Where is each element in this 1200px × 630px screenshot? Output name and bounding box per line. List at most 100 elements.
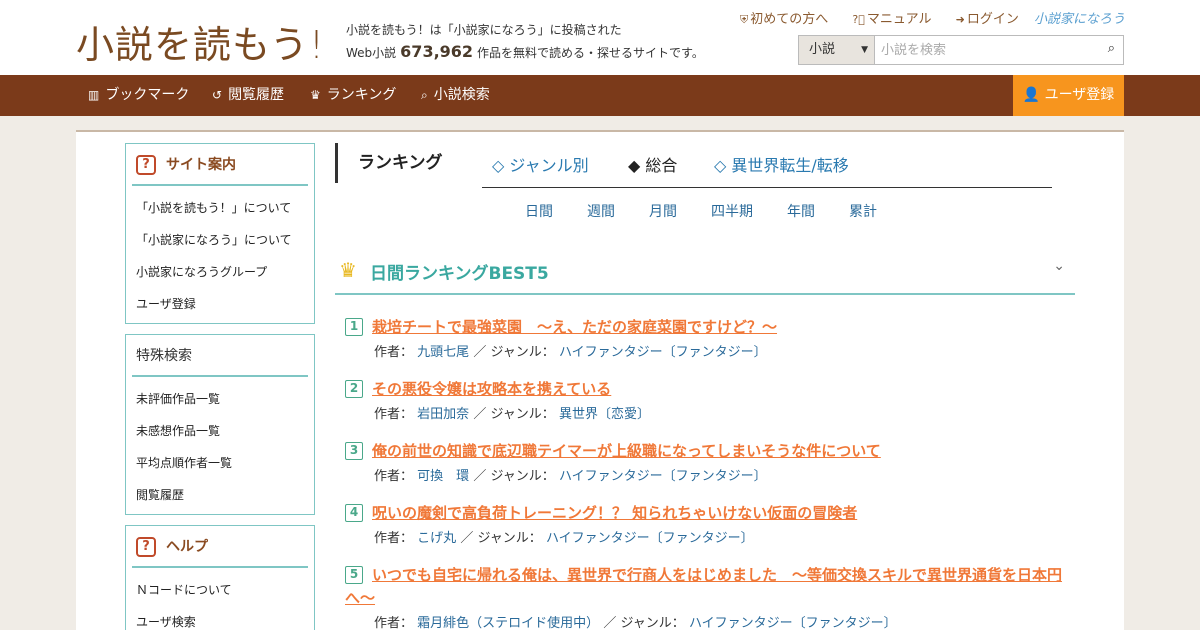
sidebar-item-avg-authors[interactable]: 平均点順作者一覧: [136, 447, 314, 479]
tagline-line1: 小説を読もう！は「小説家になろう」に投稿された: [346, 23, 622, 37]
period-quarterly[interactable]: 四半期: [711, 201, 753, 221]
search-input[interactable]: [881, 39, 1091, 61]
login-icon: ➜: [955, 13, 965, 26]
narou-brand-link[interactable]: 小説家になろう: [1034, 8, 1125, 27]
genre-label: ／ ジャンル：: [473, 407, 555, 422]
nav-ranking[interactable]: ♛ ランキング: [310, 75, 396, 116]
author-link[interactable]: こげ丸: [417, 531, 456, 546]
user-icon: 👤: [1022, 87, 1041, 103]
sidebar-item-ncode[interactable]: Ｎコードについて: [136, 574, 314, 606]
site-guide-heading: ? サイト案内: [132, 144, 308, 186]
site-header: 小説を読もう! 小説を読もう！は「小説家になろう」に投稿された Web小説 673…: [0, 0, 1200, 75]
sidebar-item-register[interactable]: ユーザ登録: [136, 288, 314, 320]
entry-meta: 作者： 霜月緋色（ステロイド使用中） ／ ジャンル： ハイファンタジー〔ファンタ…: [374, 612, 1075, 630]
first-time-link[interactable]: ⛨ 初めての方へ: [740, 12, 838, 27]
genre-label: ／ ジャンル：: [603, 616, 685, 630]
special-search-box: 特殊検索 未評価作品一覧 未感想作品一覧 平均点順作者一覧 閲覧履歴: [125, 334, 315, 515]
question-circle-icon: ?⃝: [852, 13, 865, 26]
main-nav: ▥ ブックマーク ↺ 閲覧履歴 ♛ ランキング ⌕ 小説検索 👤 ユーザ登録: [0, 75, 1200, 116]
genre-label: ／ ジャンル：: [460, 531, 542, 546]
novel-title-link[interactable]: 栽培チートで最強菜園 ～え、ただの家庭菜園ですけど？～: [372, 316, 1075, 339]
author-label: 作者：: [374, 345, 414, 360]
genre-link[interactable]: ハイファンタジー〔ファンタジー〕: [559, 345, 767, 360]
entry-meta: 作者： こげ丸 ／ ジャンル： ハイファンタジー〔ファンタジー〕: [374, 527, 1075, 546]
sidebar-item-user-search[interactable]: ユーザ検索: [136, 606, 314, 630]
tagline-post: 作品を無料で読める・探せるサイトです。: [477, 46, 704, 60]
shield-icon: ⛨: [740, 13, 749, 26]
caret-down-icon: ▼: [861, 45, 868, 55]
history-icon: ↺: [212, 88, 223, 102]
period-weekly[interactable]: 週間: [587, 201, 615, 221]
author-label: 作者：: [374, 616, 414, 630]
chevron-down-icon[interactable]: ⌄: [1053, 258, 1065, 274]
novel-count: 673,962: [400, 42, 474, 61]
sidebar-item-no-review[interactable]: 未感想作品一覧: [136, 415, 314, 447]
novel-title-link[interactable]: その悪役令嬢は攻略本を携えている: [372, 378, 1075, 401]
rank-number: 5: [345, 566, 363, 584]
question-icon: ?: [136, 537, 156, 557]
site-guide-box: ? サイト案内 「小説を読もう！」について 「小説家になろう」について 小説家にな…: [125, 143, 315, 324]
author-label: 作者：: [374, 531, 414, 546]
rank-number: 4: [345, 504, 363, 522]
tab-isekai[interactable]: ◇ 異世界転生/転移: [714, 152, 849, 176]
search-bar: 小説▼ ⌕: [798, 35, 1124, 65]
tab-genre[interactable]: ◇ ジャンル別: [492, 152, 589, 176]
top-links: ⛨ 初めての方へ ?⃝ マニュアル ➜ ログイン: [740, 8, 1039, 27]
author-link[interactable]: 可換 環: [417, 469, 469, 484]
help-box: ? ヘルプ Ｎコードについて ユーザ検索: [125, 525, 315, 630]
ranking-entry: 4 呪いの魔剣で高負荷トレーニング！？ 知られちゃいけない仮面の冒険者 作者： …: [345, 502, 1075, 546]
ranking-entry: 5 いつでも自宅に帰れる俺は、異世界で行商人をはじめました ～等価交換スキルで異…: [345, 564, 1075, 630]
genre-link[interactable]: ハイファンタジー〔ファンタジー〕: [559, 469, 767, 484]
author-link[interactable]: 九頭七尾: [417, 345, 469, 360]
nav-bookmark[interactable]: ▥ ブックマーク: [88, 75, 189, 116]
crown-icon: ♛: [339, 258, 357, 282]
period-yearly[interactable]: 年間: [787, 201, 815, 221]
genre-label: ／ ジャンル：: [473, 345, 555, 360]
period-cumulative[interactable]: 累計: [849, 201, 877, 221]
daily-best5-header[interactable]: ♛ 日間ランキングBEST5 ⌄: [335, 252, 1075, 295]
entry-meta: 作者： 九頭七尾 ／ ジャンル： ハイファンタジー〔ファンタジー〕: [374, 341, 1075, 360]
genre-label: ／ ジャンル：: [473, 469, 555, 484]
author-link[interactable]: 岩田加奈: [417, 407, 469, 422]
tab-overall[interactable]: ◆ 総合: [628, 152, 677, 176]
search-type-select[interactable]: 小説 ▼: [799, 36, 875, 64]
ranking-entry: 1 栽培チートで最強菜園 ～え、ただの家庭菜園ですけど？～ 作者： 九頭七尾 ／…: [345, 316, 1075, 360]
author-link[interactable]: 霜月緋色（ステロイド使用中）: [417, 616, 599, 630]
rank-number: 1: [345, 318, 363, 336]
tab-divider: [482, 187, 1052, 188]
novel-title-link[interactable]: いつでも自宅に帰れる俺は、異世界で行商人をはじめました ～等価交換スキルで異世界…: [345, 564, 1075, 610]
crown-icon: ♛: [310, 88, 321, 102]
period-monthly[interactable]: 月間: [649, 201, 677, 221]
tagline-pre: Web小説: [346, 46, 397, 60]
help-heading: ? ヘルプ: [132, 526, 308, 568]
search-icon[interactable]: ⌕: [1108, 41, 1115, 56]
author-label: 作者：: [374, 407, 414, 422]
nav-history[interactable]: ↺ 閲覧履歴: [212, 75, 284, 116]
manual-link[interactable]: ?⃝ マニュアル: [852, 12, 941, 27]
sidebar-item-history[interactable]: 閲覧履歴: [136, 479, 314, 511]
sidebar-item-about-yomou[interactable]: 「小説を読もう！」について: [136, 192, 314, 224]
author-label: 作者：: [374, 469, 414, 484]
best5-title: 日間ランキングBEST5: [370, 264, 549, 284]
tagline-line2: Web小説 673,962 作品を無料で読める・探せるサイトです。: [346, 41, 746, 64]
ranking-entry: 2 その悪役令嬢は攻略本を携えている 作者： 岩田加奈 ／ ジャンル： 異世界〔…: [345, 378, 1075, 422]
sidebar-item-unrated[interactable]: 未評価作品一覧: [136, 383, 314, 415]
genre-link[interactable]: ハイファンタジー〔ファンタジー〕: [546, 531, 754, 546]
site-logo[interactable]: 小説を読もう!: [76, 14, 325, 69]
novel-title-link[interactable]: 俺の前世の知識で底辺職テイマーが上級職になってしまいそうな件について: [372, 440, 1075, 463]
entry-meta: 作者： 可換 環 ／ ジャンル： ハイファンタジー〔ファンタジー〕: [374, 465, 1075, 484]
sidebar-item-group[interactable]: 小説家になろうグループ: [136, 256, 314, 288]
sidebar-item-about-narou[interactable]: 「小説家になろう」について: [136, 224, 314, 256]
register-button[interactable]: 👤 ユーザ登録: [1013, 75, 1124, 116]
novel-title-link[interactable]: 呪いの魔剣で高負荷トレーニング！？ 知られちゃいけない仮面の冒険者: [372, 502, 1075, 525]
rank-number: 2: [345, 380, 363, 398]
genre-link[interactable]: ハイファンタジー〔ファンタジー〕: [689, 616, 897, 630]
genre-link[interactable]: 異世界〔恋愛〕: [559, 407, 650, 422]
nav-search[interactable]: ⌕ 小説検索: [421, 75, 490, 116]
period-daily[interactable]: 日間: [525, 201, 553, 221]
login-link[interactable]: ➜ ログイン: [956, 12, 1029, 27]
ranking-entry: 3 俺の前世の知識で底辺職テイマーが上級職になってしまいそうな件について 作者：…: [345, 440, 1075, 484]
special-search-heading: 特殊検索: [132, 335, 308, 377]
site-tagline: 小説を読もう！は「小説家になろう」に投稿された Web小説 673,962 作品を無…: [346, 19, 746, 64]
entry-meta: 作者： 岩田加奈 ／ ジャンル： 異世界〔恋愛〕: [374, 403, 1075, 422]
